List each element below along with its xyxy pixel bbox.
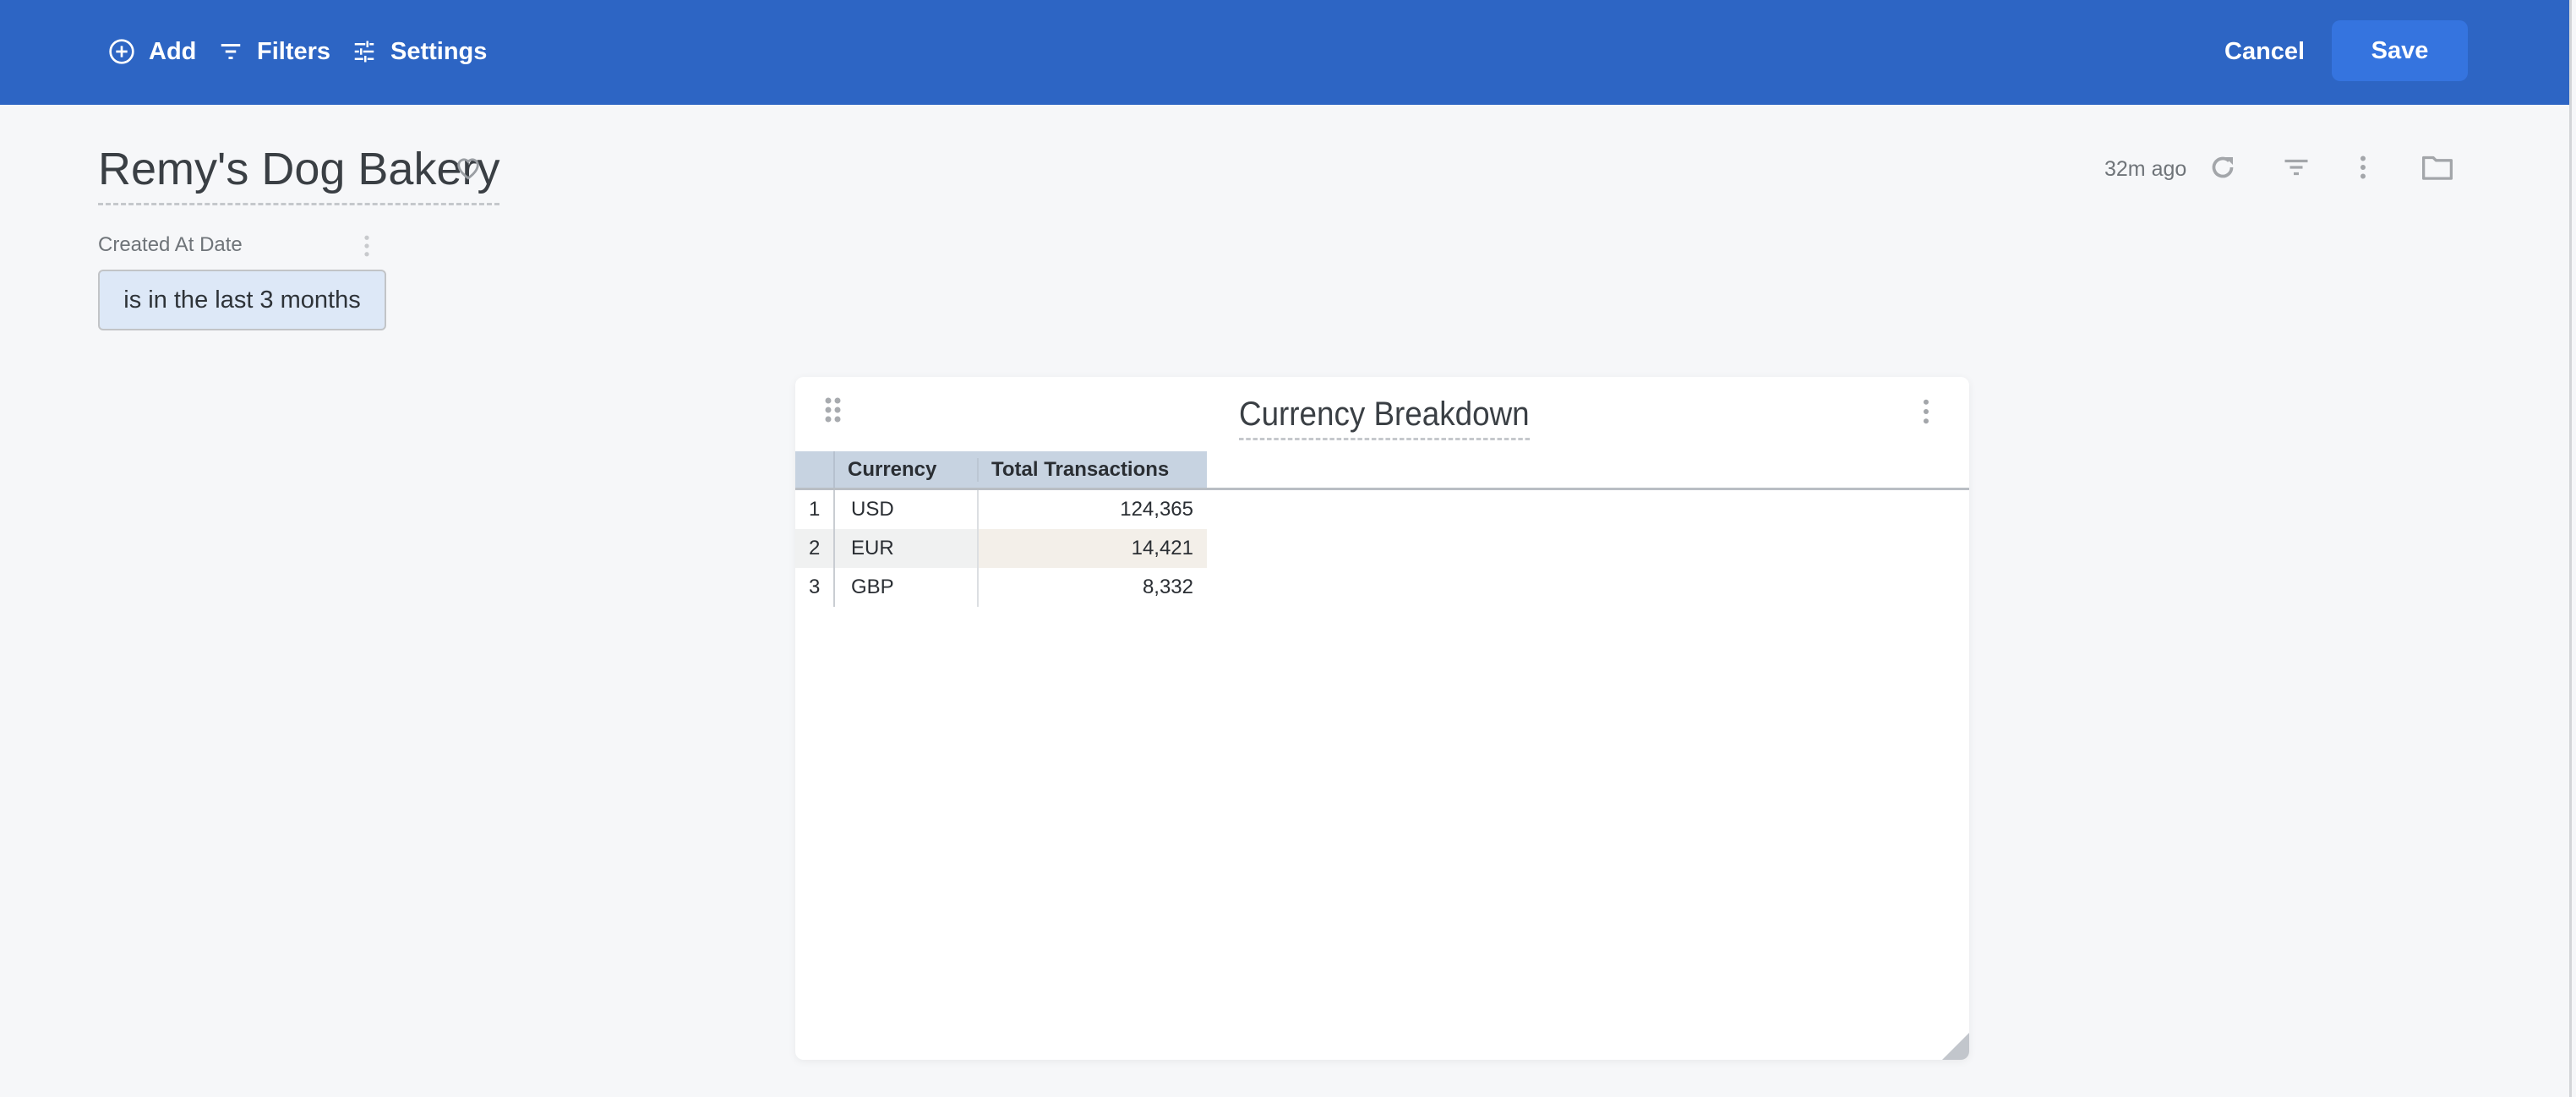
filter-value: is in the last 3 months [123,286,361,314]
cell-currency[interactable]: GBP [851,568,894,607]
cell-currency[interactable]: USD [851,490,894,529]
settings-label: Settings [390,37,488,65]
settings-button[interactable]: Settings [352,30,487,73]
row-index: 1 [809,498,821,521]
filter-label: Created At Date [98,233,243,256]
top-toolbar: Add Filters Settings Cancel Save [0,0,2569,105]
filter-icon[interactable] [2281,152,2311,183]
resize-handle[interactable] [1942,1033,1969,1060]
add-label: Add [149,37,197,65]
refresh-icon[interactable] [2208,152,2238,183]
cell-total[interactable]: 8,332 [1143,568,1193,607]
cell-currency[interactable]: EUR [851,529,894,568]
heart-outline-icon[interactable] [454,154,483,181]
add-circle-icon [109,39,134,64]
column-header-currency[interactable]: Currency [848,451,936,488]
scrollbar[interactable] [2569,0,2572,1097]
last-updated-text: 32m ago [2104,157,2187,181]
row-index: 3 [809,576,821,598]
cancel-button[interactable]: Cancel [2224,30,2305,73]
column-header-total-transactions[interactable]: Total Transactions [991,451,1169,488]
row-index: 2 [809,537,821,559]
table-header: Currency Total Transactions [795,451,1969,488]
add-button[interactable]: Add [108,30,196,73]
cell-total[interactable]: 124,365 [1120,490,1193,529]
filters-button[interactable]: Filters [218,30,330,73]
data-table: Currency Total Transactions 1 USD 124,36… [795,451,1969,607]
more-vertical-icon[interactable] [2348,152,2378,183]
filter-value-chip[interactable]: is in the last 3 months [98,270,386,330]
tune-sliders-icon [354,41,374,63]
save-button[interactable]: Save [2332,20,2468,81]
table-row[interactable]: 3 GBP 8,332 [795,568,1207,607]
filter-icon [221,44,241,59]
dashboard-title[interactable]: Remy's Dog Bakery [98,140,500,205]
table-row[interactable]: 1 USD 124,365 [795,490,1207,529]
drag-handle-icon[interactable] [825,397,842,424]
dashboard-tile: Currency Breakdown Currency Total Transa… [795,377,1969,1060]
table-row[interactable]: 2 EUR 14,421 [795,529,1207,568]
tile-title[interactable]: Currency Breakdown [1239,394,1530,440]
cell-total[interactable]: 14,421 [1132,529,1193,568]
filters-label: Filters [257,37,331,65]
tile-more-icon[interactable] [1922,399,1930,424]
filter-more-icon[interactable] [362,235,372,257]
folder-icon[interactable] [2420,152,2454,183]
